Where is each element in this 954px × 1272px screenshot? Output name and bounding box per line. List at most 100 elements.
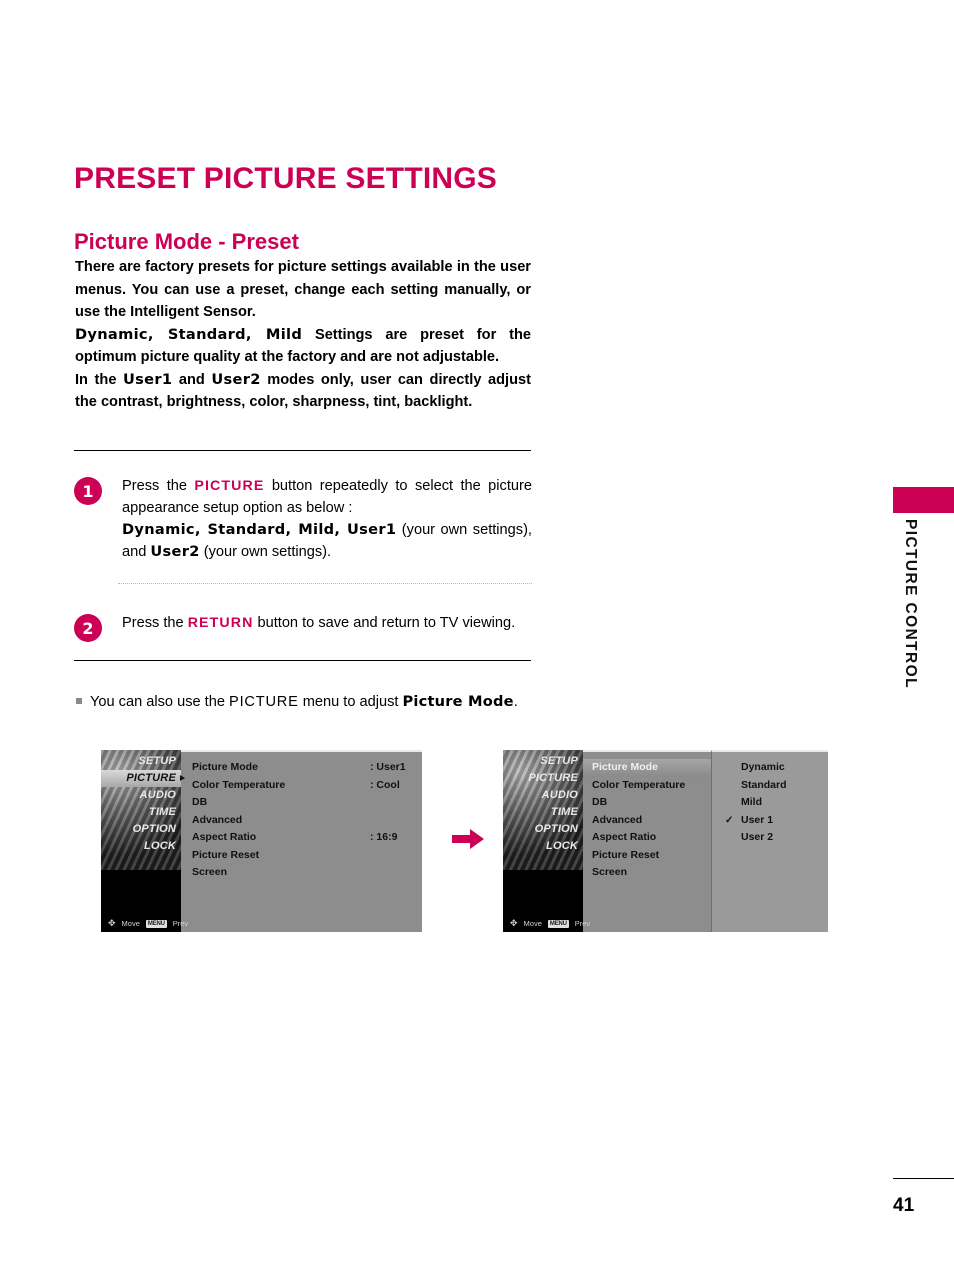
intro-paragraph-3: In the User1 and User2 modes only, user … <box>75 369 531 414</box>
osd-left-row-color-temperature-value: : Cool <box>370 778 400 791</box>
osd-submenu-option-user-1-label: User 1 <box>741 813 774 826</box>
osd-submenu-option-user-2-label: User 2 <box>741 831 774 843</box>
osd-right-row-advanced[interactable]: Advanced <box>583 812 711 830</box>
osd-left-hint-move-label: Move <box>121 919 140 928</box>
user1-label: User1 <box>123 370 173 388</box>
intro-paragraph-2: Dynamic, Standard, Mild Settings are pre… <box>75 324 531 369</box>
osd-left-row-color-temperature-label: Color Temperature <box>192 778 286 791</box>
step-1-line-1: Press the PICTURE button repeatedly to s… <box>122 475 532 519</box>
divider-top <box>74 450 531 451</box>
osd-right-row-picture-mode[interactable]: Picture Mode <box>583 759 783 777</box>
page-number: 41 <box>893 1195 915 1216</box>
osd-submenu-option-mild-label: Mild <box>741 796 762 808</box>
osd-right-menu-time[interactable]: TIME <box>503 804 583 821</box>
note-mid: menu to adjust <box>298 694 403 710</box>
osd-right-sidebar: SETUP PICTURE AUDIO TIME OPTION LOCK ✥ M… <box>503 750 590 932</box>
osd-right-row-advanced-label: Advanced <box>592 813 643 826</box>
intro-paragraph-1: There are factory presets for picture se… <box>75 259 531 320</box>
osd-left-row-db[interactable]: DB <box>181 794 422 812</box>
dpad-move-icon: ✥ <box>108 918 116 928</box>
step-2: 2 Press the RETURN button to save and re… <box>74 612 534 642</box>
osd-left-row-picture-mode-label: Picture Mode <box>192 761 258 773</box>
osd-submenu-option-dynamic-label: Dynamic <box>741 761 785 773</box>
divider-dotted <box>118 583 532 584</box>
chapter-side-label: PICTURE CONTROL <box>902 519 919 689</box>
intro-paragraph-3-pre: In the <box>75 371 124 388</box>
osd-right-row-db-label: DB <box>592 796 608 808</box>
section-subtitle: Picture Mode - Preset <box>74 229 299 255</box>
intro-paragraph-3-mid: and <box>172 371 212 388</box>
osd-left-row-advanced[interactable]: Advanced <box>181 812 422 830</box>
osd-right-menu-lock[interactable]: LOCK <box>503 838 583 855</box>
osd-right-menu-option[interactable]: OPTION <box>503 821 583 838</box>
osd-left-menu-picture-label: PICTURE <box>126 772 176 784</box>
osd-right-menu-setup[interactable]: SETUP <box>503 753 583 770</box>
step-2-post: button to save and return to TV viewing. <box>253 615 516 631</box>
note-line: You can also use the PICTURE menu to adj… <box>76 692 518 712</box>
osd-right-content: Picture Mode Color Temperature DB Advanc… <box>583 750 828 932</box>
osd-submenu-option-mild[interactable]: Mild <box>712 794 828 812</box>
step-2-badge: 2 <box>74 614 102 642</box>
menu-key-icon: MENU <box>547 919 569 928</box>
osd-left-row-color-temperature[interactable]: Color Temperature : Cool <box>181 777 422 795</box>
osd-right-row-picture-reset[interactable]: Picture Reset <box>583 847 711 865</box>
osd-left-menu-audio[interactable]: AUDIO <box>101 787 181 804</box>
osd-right-row-picture-mode-label: Picture Mode <box>592 761 658 773</box>
step-1-note-2: (your own settings). <box>199 544 332 560</box>
chevron-right-icon <box>180 775 185 781</box>
osd-left-row-aspect-ratio-value: : 16:9 <box>370 831 398 843</box>
osd-left-menu-picture[interactable]: PICTURE <box>101 770 185 787</box>
osd-right-row-color-temperature-label: Color Temperature <box>592 778 686 791</box>
step-1-line-2: Dynamic, Standard, Mild, User1 (your own… <box>122 519 532 563</box>
osd-left-row-aspect-ratio[interactable]: Aspect Ratio: 16:9 <box>181 829 422 847</box>
osd-right-row-color-temperature[interactable]: Color Temperature <box>583 777 711 795</box>
osd-right-main-column: Picture Mode Color Temperature DB Advanc… <box>583 750 783 932</box>
step-1-badge: 1 <box>74 477 102 505</box>
step-1: 1 Press the PICTURE button repeatedly to… <box>74 475 534 563</box>
divider-bottom <box>74 660 531 661</box>
osd-left-sidebar: SETUP PICTURE AUDIO TIME OPTION LOCK ✥ M… <box>101 750 188 932</box>
flow-arrow-icon <box>452 829 484 849</box>
footer-divider <box>893 1178 954 1179</box>
menu-key-icon: MENU <box>145 919 167 928</box>
picture-button-keyword: PICTURE <box>194 478 265 494</box>
chapter-tab-marker <box>893 487 954 513</box>
osd-right-row-db[interactable]: DB <box>583 794 711 812</box>
osd-left-menu-lock[interactable]: LOCK <box>101 838 181 855</box>
osd-left-row-screen-label: Screen <box>192 866 228 878</box>
preset-mode-names: Dynamic, Standard, Mild <box>75 325 303 343</box>
osd-left-row-picture-reset[interactable]: Picture Reset <box>181 847 422 865</box>
osd-right-row-aspect-ratio[interactable]: Aspect Ratio <box>583 829 711 847</box>
step-1-pre: Press the <box>122 478 195 494</box>
osd-picture-mode-submenu: Dynamic Standard Mild ✓ User 1 User 2 <box>711 750 828 932</box>
osd-screenshot-right: SETUP PICTURE AUDIO TIME OPTION LOCK ✥ M… <box>503 750 828 932</box>
step-2-line-1: Press the RETURN button to save and retu… <box>122 612 532 634</box>
step-1-mode-list: Dynamic, Standard, Mild, User1 <box>122 521 397 538</box>
note-picture-mode: Picture Mode <box>402 693 514 710</box>
osd-submenu-option-user-2[interactable]: User 2 <box>712 829 828 847</box>
step-2-pre: Press the <box>122 615 188 631</box>
return-button-keyword: RETURN <box>187 615 254 631</box>
osd-right-row-screen[interactable]: Screen <box>583 864 711 882</box>
osd-left-menu-time[interactable]: TIME <box>101 804 181 821</box>
note-post: . <box>513 694 518 710</box>
osd-submenu-option-standard[interactable]: Standard <box>712 777 828 795</box>
note-picture-keyword: PICTURE <box>229 694 299 710</box>
osd-left-row-screen[interactable]: Screen <box>181 864 422 882</box>
intro-text-block: There are factory presets for picture se… <box>75 256 531 414</box>
checkmark-icon: ✓ <box>725 814 734 826</box>
step-1-body: Press the PICTURE button repeatedly to s… <box>122 475 532 563</box>
osd-left-row-picture-mode-value: : User1 <box>370 761 406 773</box>
osd-right-menu-picture[interactable]: PICTURE <box>503 770 583 787</box>
osd-submenu-option-user-1[interactable]: ✓ User 1 <box>712 812 828 830</box>
osd-left-row-picture-mode[interactable]: Picture Mode : User1 <box>181 759 422 777</box>
osd-left-row-db-label: DB <box>192 796 208 808</box>
osd-left-content: Picture Mode : User1 Color Temperature : C… <box>181 750 422 932</box>
osd-right-menu-audio[interactable]: AUDIO <box>503 787 583 804</box>
osd-screenshot-left: SETUP PICTURE AUDIO TIME OPTION LOCK ✥ M… <box>101 750 422 932</box>
osd-right-hint-prev-label: Prev <box>574 919 591 928</box>
osd-submenu-option-dynamic[interactable]: Dynamic <box>712 759 828 777</box>
osd-left-menu-setup[interactable]: SETUP <box>101 753 181 770</box>
osd-left-menu-option[interactable]: OPTION <box>101 821 181 838</box>
osd-right-row-picture-reset-label: Picture Reset <box>592 848 660 861</box>
